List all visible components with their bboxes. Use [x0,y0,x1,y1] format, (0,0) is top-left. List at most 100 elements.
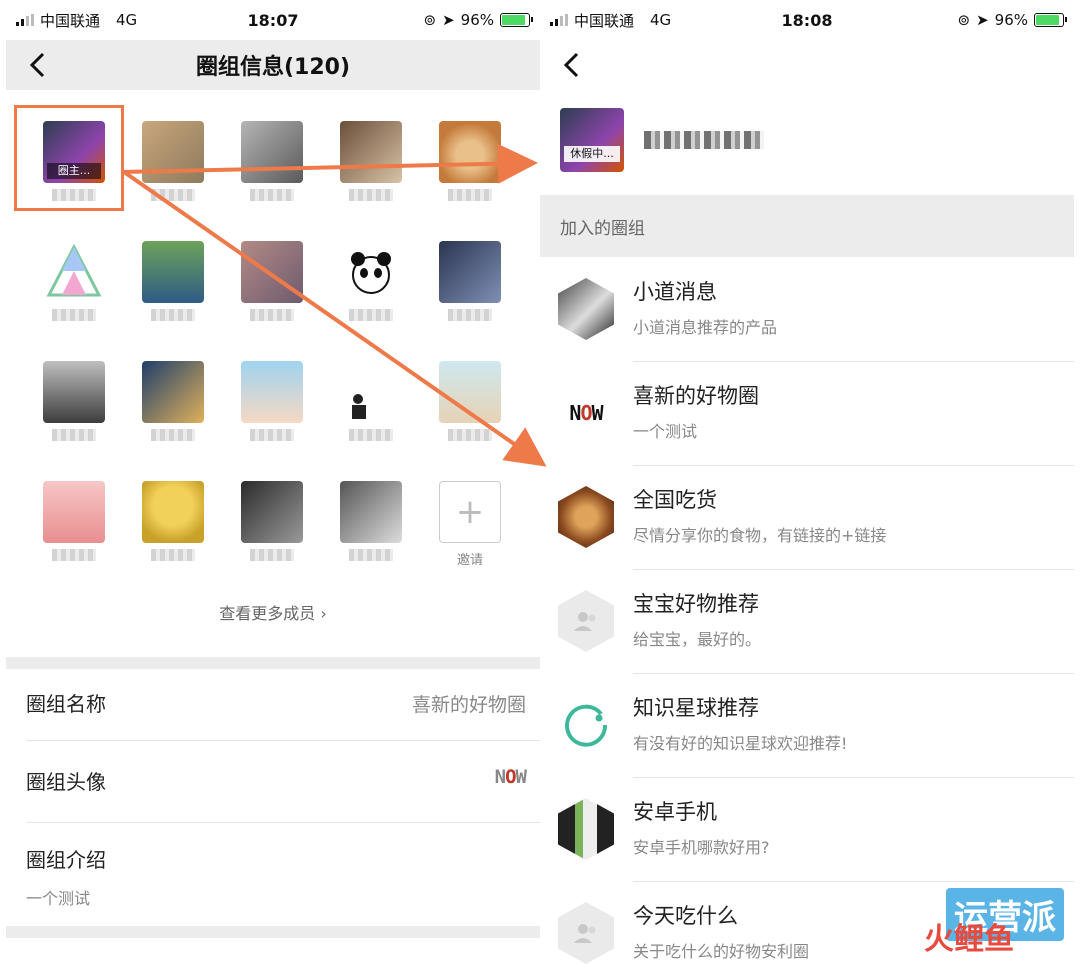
location-icon: ➤ [442,11,455,29]
chevron-left-icon [563,52,579,78]
default-group-icon [574,924,596,943]
avatar [241,241,303,303]
group-subtitle: 安卓手机哪款好用? [633,838,770,857]
group-name-value: 喜新的好物圈 [411,694,526,716]
member[interactable] [133,361,213,441]
battery-percent: 96% [460,11,494,29]
chevron-left-icon [29,52,45,78]
group-subtitle: 有没有好的知识星球欢迎推荐! [633,734,848,753]
back-button[interactable] [554,48,588,82]
group-avatar [558,694,614,756]
avatar [241,361,303,423]
invite-member-button[interactable]: + 邀请 [430,481,510,568]
now-logo-icon: NOW [569,401,603,425]
group-avatar [558,590,614,652]
member[interactable] [34,241,114,321]
back-button[interactable] [20,48,54,82]
group-title: 今天吃什么 [633,904,738,928]
member-name-blurred [250,429,294,441]
lock-rotation-icon: ⊚ [423,11,437,29]
avatar [439,361,501,423]
avatar [340,361,402,423]
group-item[interactable]: 全国吃货 尽情分享你的食物，有链接的+链接 [540,466,1074,570]
avatar [340,121,402,183]
group-item[interactable]: 知识星球推荐 有没有好的知识星球欢迎推荐! [540,674,1074,778]
group-title: 宝宝好物推荐 [633,592,759,616]
avatar [142,481,204,543]
group-title: 知识星球推荐 [633,696,759,720]
group-item[interactable]: 安卓手机 安卓手机哪款好用? [540,778,1074,882]
group-avatar [558,902,614,964]
member[interactable] [133,481,213,561]
member-name-blurred [250,549,294,561]
avatar [241,481,303,543]
battery-icon [500,13,533,27]
member[interactable] [331,481,411,561]
nav-bar: 圈组信息(120) [6,40,540,90]
battery-percent: 96% [994,11,1028,29]
group-subtitle: 一个测试 [633,422,698,441]
group-item[interactable]: 宝宝好物推荐 给宝宝，最好的。 [540,570,1074,674]
avatar [340,241,402,303]
group-item[interactable]: 小道消息 小道消息推荐的产品 [540,258,1074,362]
plus-icon: + [439,481,501,543]
member[interactable] [232,121,312,201]
avatar [340,481,402,543]
group-avatar-label: 圈组头像 [26,770,106,794]
member-name-blurred [52,189,96,201]
member-name-blurred [52,309,96,321]
row-divider [26,822,540,823]
member[interactable] [430,241,510,321]
group-subtitle: 关于吃什么的好物安利圈 [633,942,810,961]
member[interactable] [232,481,312,561]
member-owner[interactable]: 圈主... [34,121,114,201]
group-name-label: 圈组名称 [26,692,106,716]
member[interactable] [430,121,510,201]
person-silhouette-icon [352,394,366,419]
member[interactable] [331,361,411,441]
avatar: 休假中... [560,108,624,172]
group-intro-label: 圈组介绍 [26,848,106,872]
group-avatar [558,486,614,548]
member[interactable] [232,241,312,321]
default-group-icon [574,612,596,631]
group-avatar-row[interactable]: 圈组头像 NOW [6,766,540,795]
page-title: 圈组信息(120) [195,55,351,80]
member[interactable] [232,361,312,441]
avatar [142,361,204,423]
status-tag: 休假中... [564,146,620,162]
user-profile-header[interactable]: 休假中... [560,108,764,172]
status-bar: 中国联通 4G 18:08 ⊚ ➤ 96% [540,0,1074,40]
group-name-row[interactable]: 圈组名称 喜新的好物圈 [6,688,540,717]
nav-bar [540,40,1074,90]
group-intro-row[interactable]: 圈组介绍 一个测试 [6,844,540,909]
group-title: 喜新的好物圈 [633,384,759,408]
owner-tag: 圈主... [47,163,101,179]
member[interactable] [133,121,213,201]
member-name-blurred [349,189,393,201]
group-intro-value: 一个测试 [26,889,91,908]
member[interactable] [34,361,114,441]
triangle-pattern-icon [46,243,102,297]
location-icon: ➤ [976,11,989,29]
member-name-blurred [250,189,294,201]
signal-icon [16,14,34,26]
member-name-blurred [349,429,393,441]
member[interactable] [331,121,411,201]
status-bar: 中国联通 4G 18:07 ⊚ ➤ 96% [6,0,540,40]
group-item[interactable]: NOW 喜新的好物圈 一个测试 [540,362,1074,466]
battery-icon [1034,13,1067,27]
profile-groups-screen: 中国联通 4G 18:08 ⊚ ➤ 96% 休假中... 加入的圈组 小道消息 … [540,0,1074,964]
member[interactable] [133,241,213,321]
member[interactable] [430,361,510,441]
watermark-text: 火鲤鱼 [924,922,1014,957]
avatar [43,241,105,303]
member[interactable] [331,241,411,321]
avatar [43,361,105,423]
member[interactable] [34,481,114,561]
view-more-members-link[interactable]: 查看更多成员 › [6,600,540,624]
section-divider [6,657,540,669]
joined-groups-header: 加入的圈组 [540,195,1074,257]
member-name-blurred [151,429,195,441]
clock: 18:07 [247,10,299,30]
